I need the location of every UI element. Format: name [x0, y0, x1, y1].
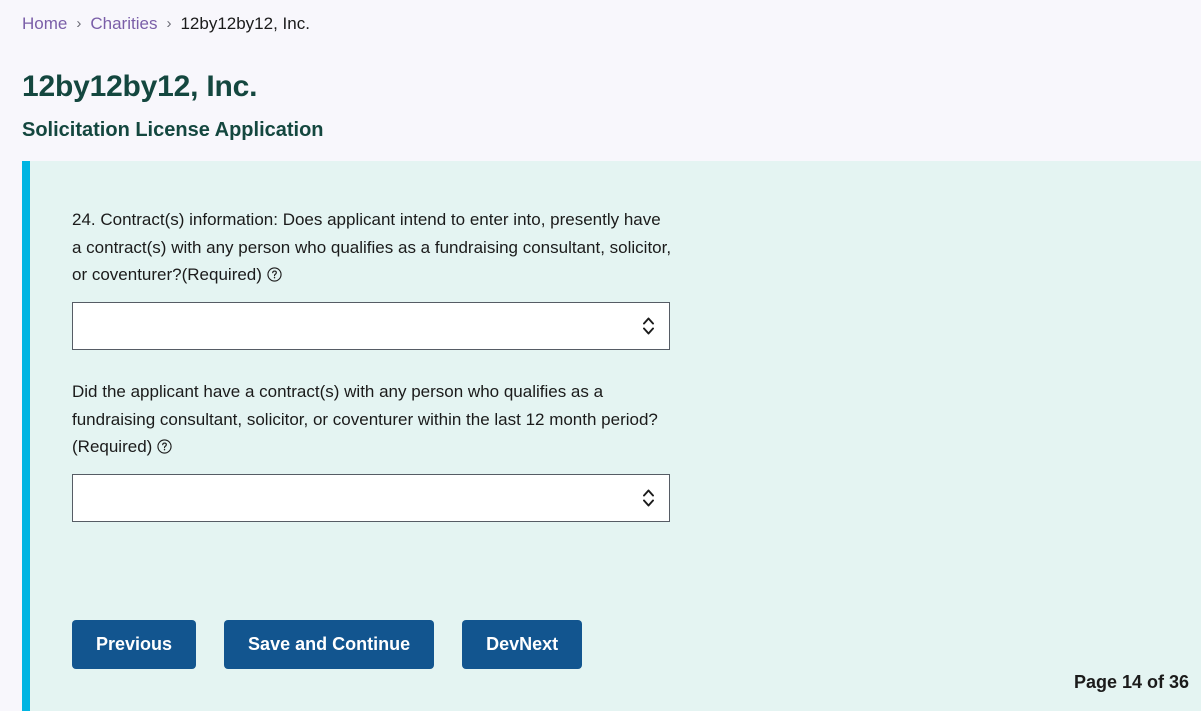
question-label: 24. Contract(s) information: Does applic… — [72, 206, 672, 289]
breadcrumb-item-current: 12by12by12, Inc. — [180, 14, 310, 33]
breadcrumb: Home › Charities › 12by12by12, Inc. — [22, 12, 310, 36]
select-wrapper — [72, 473, 670, 522]
question-circle-icon[interactable] — [157, 439, 172, 454]
question-label: Did the applicant have a contract(s) wit… — [72, 378, 672, 461]
form-action-buttons: Previous Save and Continue DevNext — [72, 620, 583, 669]
form-field-contracts-last-12-months: Did the applicant have a contract(s) wit… — [72, 378, 672, 522]
application-page: Home › Charities › 12by12by12, Inc. 12by… — [0, 0, 1201, 711]
contracts-last-12-months-select[interactable] — [72, 473, 670, 522]
devnext-button[interactable]: DevNext — [462, 620, 583, 669]
save-and-continue-button[interactable]: Save and Continue — [224, 620, 435, 669]
form-subtitle: Solicitation License Application — [22, 119, 324, 141]
previous-button[interactable]: Previous — [72, 620, 197, 669]
contracts-intent-select[interactable] — [72, 301, 670, 350]
select-wrapper — [72, 301, 670, 350]
page-title: 12by12by12, Inc. — [22, 70, 258, 103]
breadcrumb-item-charities[interactable]: Charities — [90, 12, 157, 36]
form-panel: 24. Contract(s) information: Does applic… — [22, 161, 1201, 711]
form-field-contracts-intent: 24. Contract(s) information: Does applic… — [72, 206, 672, 350]
breadcrumb-separator-icon: › — [76, 15, 82, 32]
question-circle-icon[interactable] — [267, 267, 282, 282]
breadcrumb-item-home[interactable]: Home — [22, 12, 67, 36]
page-counter: Page 14 of 36 — [1073, 672, 1189, 692]
breadcrumb-separator-icon: › — [166, 15, 172, 32]
question-text: 24. Contract(s) information: Does applic… — [72, 210, 672, 284]
